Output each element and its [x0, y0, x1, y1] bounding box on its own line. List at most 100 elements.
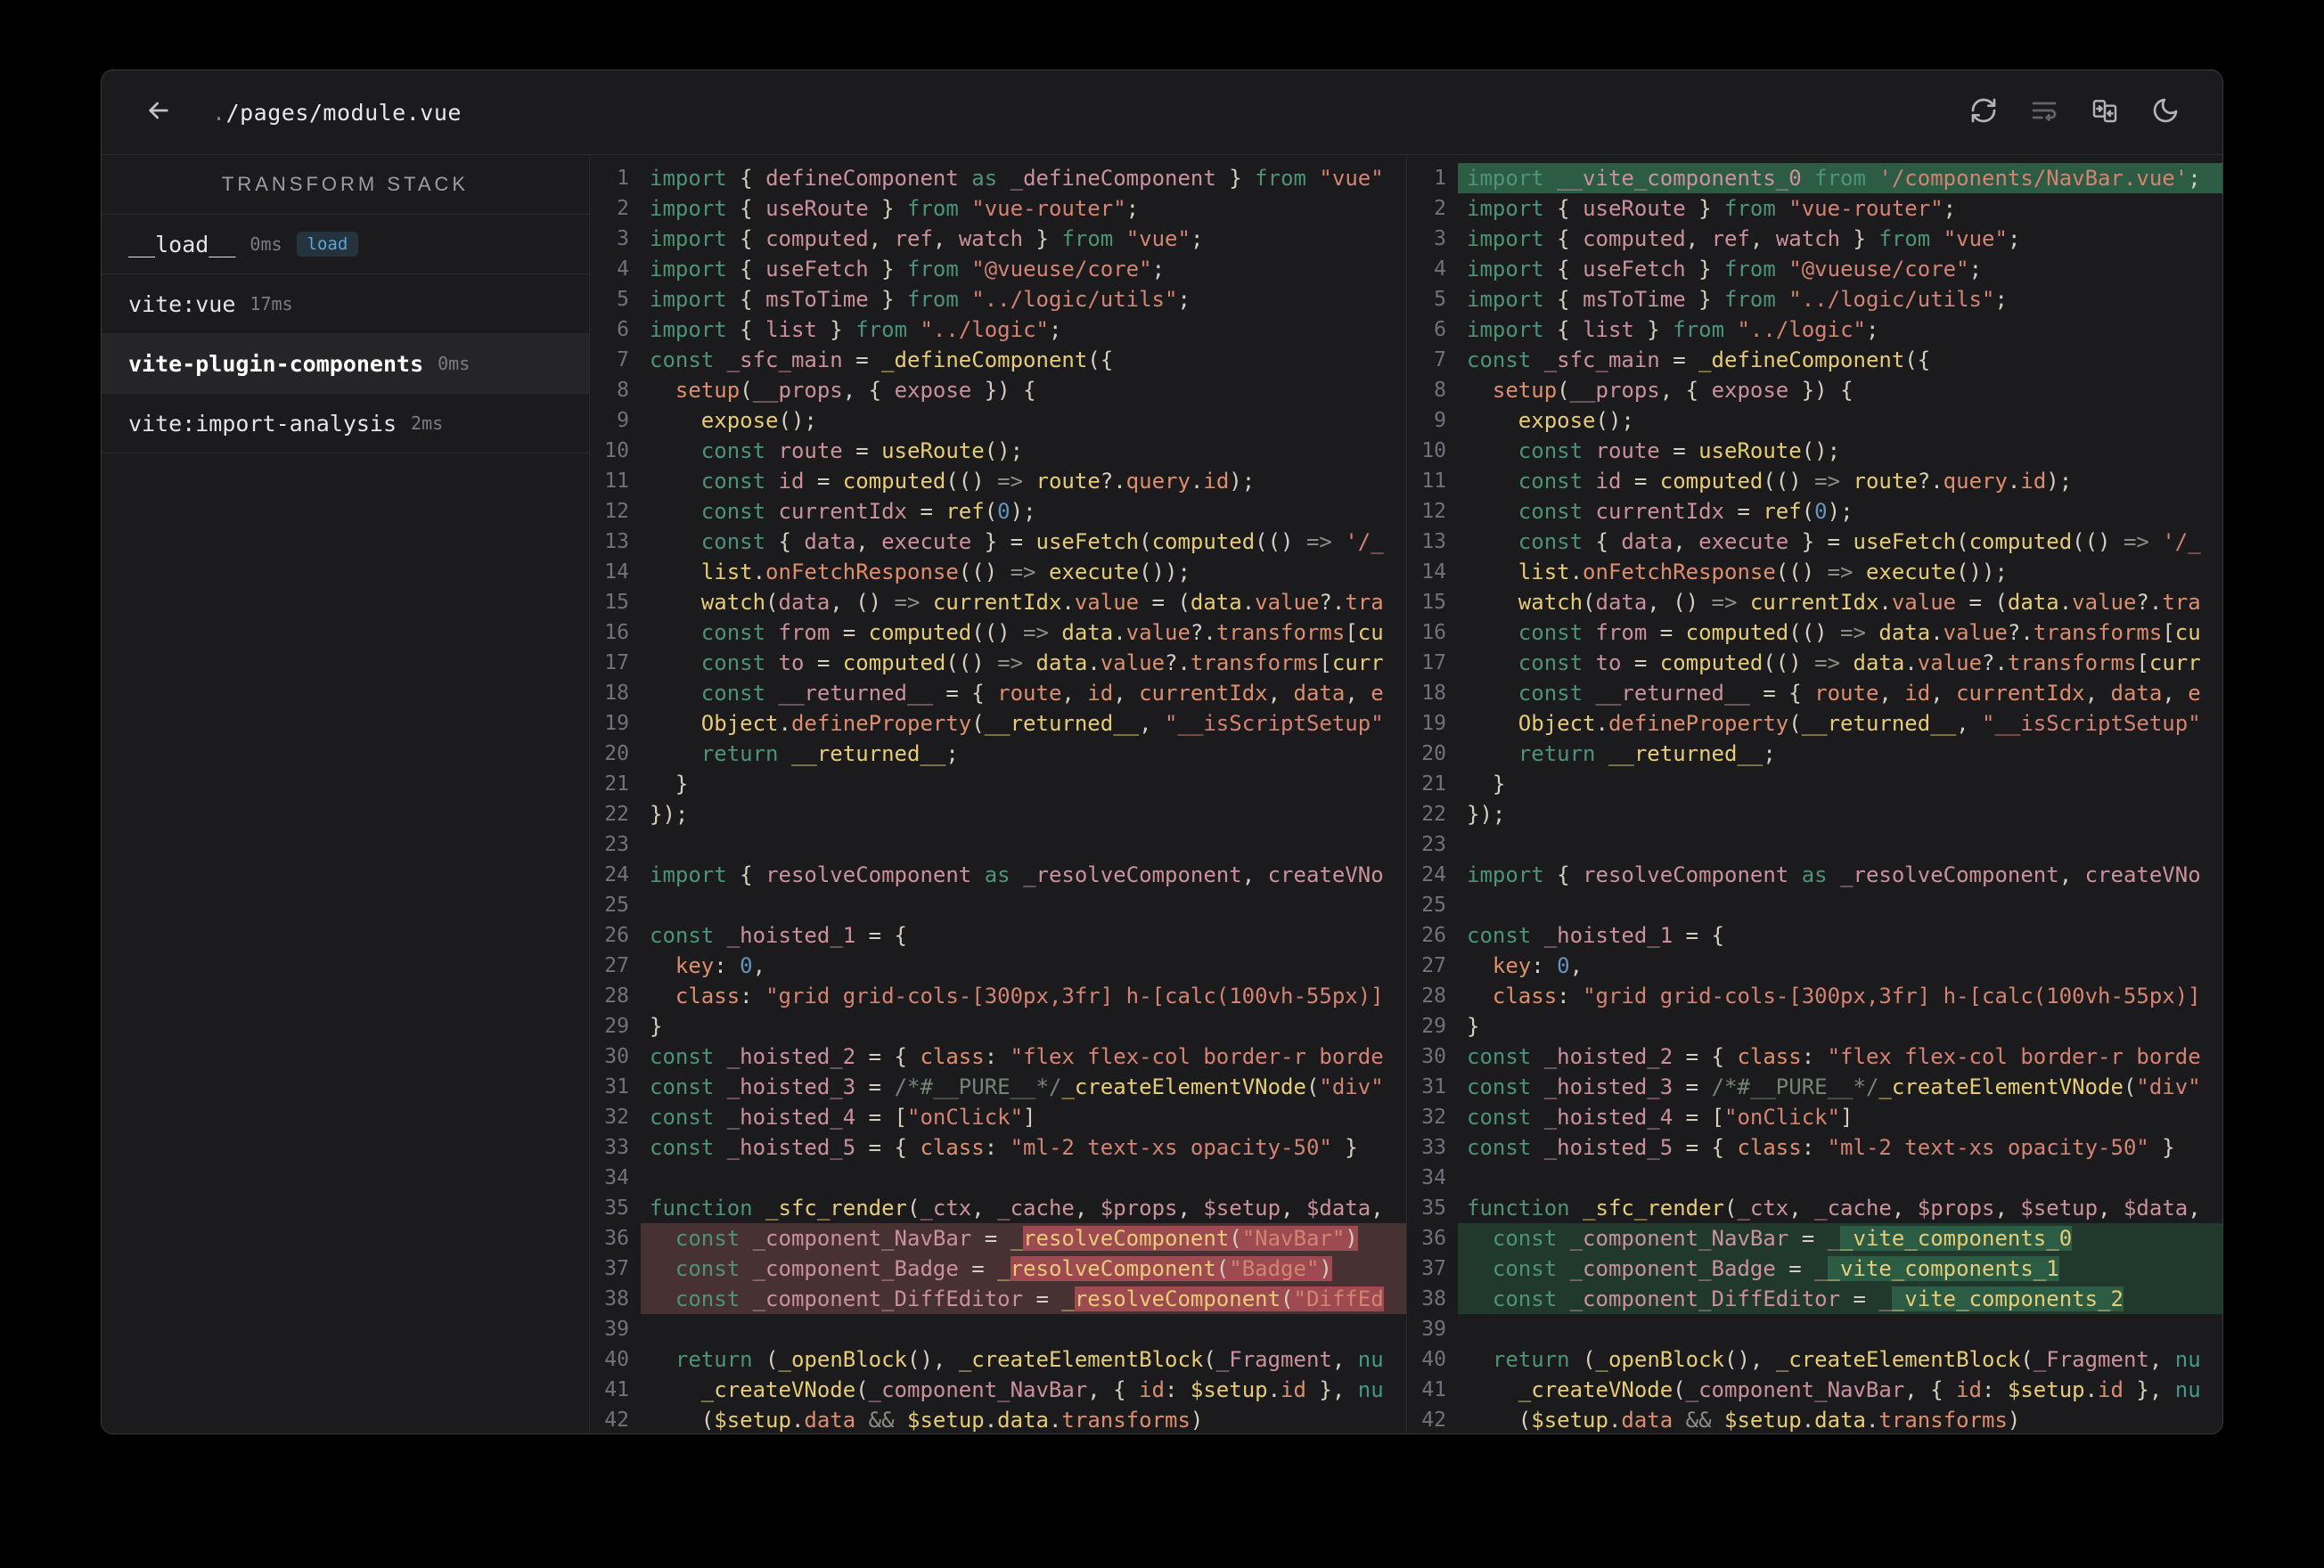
line-code: class: "grid grid-cols-[300px,3fr] h-[ca… — [675, 984, 1384, 1009]
code-line: 2 import { useRoute } from "vue-router"; — [1407, 193, 2222, 224]
line-number: 36 — [604, 1227, 629, 1250]
refresh-icon — [1969, 96, 1998, 128]
code-line: 31 const _hoisted_3 = /*#__PURE__*/_creat… — [1407, 1072, 2222, 1102]
line-code: setup(__props, { expose }) { — [675, 378, 1036, 403]
line-code: import { msToTime } from "../logic/utils… — [1467, 287, 2008, 312]
refresh-button[interactable] — [1966, 94, 2001, 130]
code-line: 10 const route = useRoute(); — [590, 436, 1406, 466]
line-number: 27 — [604, 954, 629, 977]
line-code: function _sfc_render(_ctx, _cache, $prop… — [1467, 1196, 2201, 1221]
code-line: 20 return __returned__; — [590, 739, 1406, 769]
code-line: 38 const _component_DiffEditor = _resolv… — [590, 1284, 1406, 1314]
line-number: 5 — [617, 288, 629, 311]
code-line: 12 const currentIdx = ref(0); — [1407, 496, 2222, 527]
line-code: const _hoisted_1 = { — [1467, 923, 1724, 948]
code-line: 12 const currentIdx = ref(0); — [590, 496, 1406, 527]
code-line: 40 return (_openBlock(), _createElementB… — [590, 1344, 1406, 1375]
code-line: 39 — [590, 1314, 1406, 1344]
line-code: watch(data, () => currentIdx.value = (da… — [1518, 590, 2201, 615]
line-number: 30 — [604, 1045, 629, 1068]
diff-pane-right[interactable]: 1 import __vite_components_0 from '/compo… — [1407, 155, 2222, 1433]
sidebar-item-vite-import-analysis[interactable]: vite:import-analysis 2ms — [102, 394, 589, 453]
line-number: 3 — [617, 227, 629, 250]
load-badge: load — [296, 232, 359, 257]
code-line: 32 const _hoisted_4 = ["onClick"] — [590, 1102, 1406, 1132]
content: TRANSFORM STACK __load__ 0ms load vite:vue 1… — [102, 155, 2222, 1433]
line-code: import { msToTime } from "../logic/utils… — [650, 287, 1191, 312]
back-button[interactable] — [137, 91, 180, 134]
line-number: 28 — [604, 984, 629, 1008]
code-line: 15 watch(data, () => currentIdx.value = … — [590, 587, 1406, 617]
code-line: 30 const _hoisted_2 = { class: "flex flex… — [590, 1041, 1406, 1072]
line-number: 25 — [604, 894, 629, 917]
line-code: const route = useRoute(); — [700, 438, 1024, 463]
line-number: 36 — [1421, 1227, 1446, 1250]
line-number: 24 — [1421, 863, 1446, 886]
line-code: return __returned__; — [700, 741, 959, 766]
line-code: import { useFetch } from "@vueuse/core"; — [650, 257, 1166, 282]
line-wrap-button[interactable] — [2026, 94, 2062, 130]
line-code: const currentIdx = ref(0); — [1518, 499, 1853, 524]
line-number: 23 — [1421, 833, 1446, 856]
line-number: 29 — [1421, 1015, 1446, 1038]
code-line: 23 — [590, 829, 1406, 860]
line-code: ($setup.data && $setup.data.transforms) — [650, 1408, 1204, 1433]
line-code: import { useFetch } from "@vueuse/core"; — [1467, 257, 1983, 282]
line-code: const to = computed(() => data.value?.tr… — [1518, 650, 2201, 675]
line-code: const __returned__ = { route, id, curren… — [700, 681, 1384, 706]
moon-icon — [2151, 96, 2180, 128]
line-number: 9 — [1434, 409, 1446, 432]
line-number: 13 — [604, 530, 629, 553]
line-number: 18 — [604, 682, 629, 705]
code-line: 15 watch(data, () => currentIdx.value = … — [1407, 587, 2222, 617]
code-line: 31 const _hoisted_3 = /*#__PURE__*/_creat… — [590, 1072, 1406, 1102]
line-code: list.onFetchResponse(() => execute()); — [700, 559, 1191, 584]
line-code: const { data, execute } = useFetch(compu… — [1518, 529, 2201, 554]
line-code: const _component_DiffEditor = __vite_com… — [1458, 1284, 2222, 1314]
code-line: 22}); — [590, 799, 1406, 829]
line-code: const _hoisted_5 = { class: "ml-2 text-x… — [1467, 1135, 2175, 1160]
code-line: 3 import { computed, ref, watch } from "v… — [590, 224, 1406, 254]
line-code: Object.defineProperty(__returned__, "__i… — [700, 711, 1384, 736]
line-code: import { defineComponent as _defineCompo… — [650, 166, 1384, 191]
line-code: ($setup.data && $setup.data.transforms) — [1467, 1408, 2021, 1433]
code-line: 42 ($setup.data && $setup.data.transform… — [1407, 1405, 2222, 1433]
code-line: 17 const to = computed(() => data.value?… — [1407, 648, 2222, 678]
diff-pane-left[interactable]: 1 import { defineComponent as _defineComp… — [590, 155, 1407, 1433]
line-code: const _hoisted_3 = /*#__PURE__*/_createE… — [1467, 1074, 2201, 1099]
line-number: 1 — [1434, 167, 1446, 190]
sidebar-item-vite-plugin-components[interactable]: vite-plugin-components 0ms — [102, 334, 589, 394]
code-line: 38 const _component_DiffEditor = __vite_… — [1407, 1284, 2222, 1314]
line-number: 41 — [1421, 1378, 1446, 1401]
code-line: 7 const _sfc_main = _defineComponent({ — [590, 345, 1406, 375]
code-line: 11 const id = computed(() => route?.quer… — [1407, 466, 2222, 496]
dark-mode-button[interactable] — [2148, 94, 2183, 130]
diff-view-button[interactable] — [2087, 94, 2123, 130]
line-number: 25 — [1421, 894, 1446, 917]
line-number: 5 — [1434, 288, 1446, 311]
code-line: 21 } — [590, 769, 1406, 799]
code-line: 19 Object.defineProperty(__returned__, "… — [1407, 708, 2222, 739]
line-number: 39 — [1421, 1318, 1446, 1341]
code-line: 37 const _component_Badge = _resolveComp… — [590, 1254, 1406, 1284]
line-number: 8 — [1434, 379, 1446, 402]
code-line: 22}); — [1407, 799, 2222, 829]
line-code: import { useRoute } from "vue-router"; — [650, 196, 1140, 221]
line-number: 28 — [1421, 984, 1446, 1008]
line-number: 8 — [617, 379, 629, 402]
code-line: 26 const _hoisted_1 = { — [1407, 920, 2222, 951]
code-line: 27 key: 0, — [1407, 951, 2222, 981]
line-number: 41 — [604, 1378, 629, 1401]
code-line: 34 — [590, 1163, 1406, 1193]
line-number: 2 — [617, 197, 629, 220]
code-line: 10 const route = useRoute(); — [1407, 436, 2222, 466]
code-line: 18 const __returned__ = { route, id, cur… — [590, 678, 1406, 708]
line-number: 12 — [1421, 500, 1446, 523]
sidebar-item-vite-vue[interactable]: vite:vue 17ms — [102, 274, 589, 334]
sidebar-item--load-[interactable]: __load__ 0ms load — [102, 215, 589, 274]
module-path-text: /pages/module.vue — [225, 99, 462, 126]
line-code: const route = useRoute(); — [1518, 438, 1841, 463]
